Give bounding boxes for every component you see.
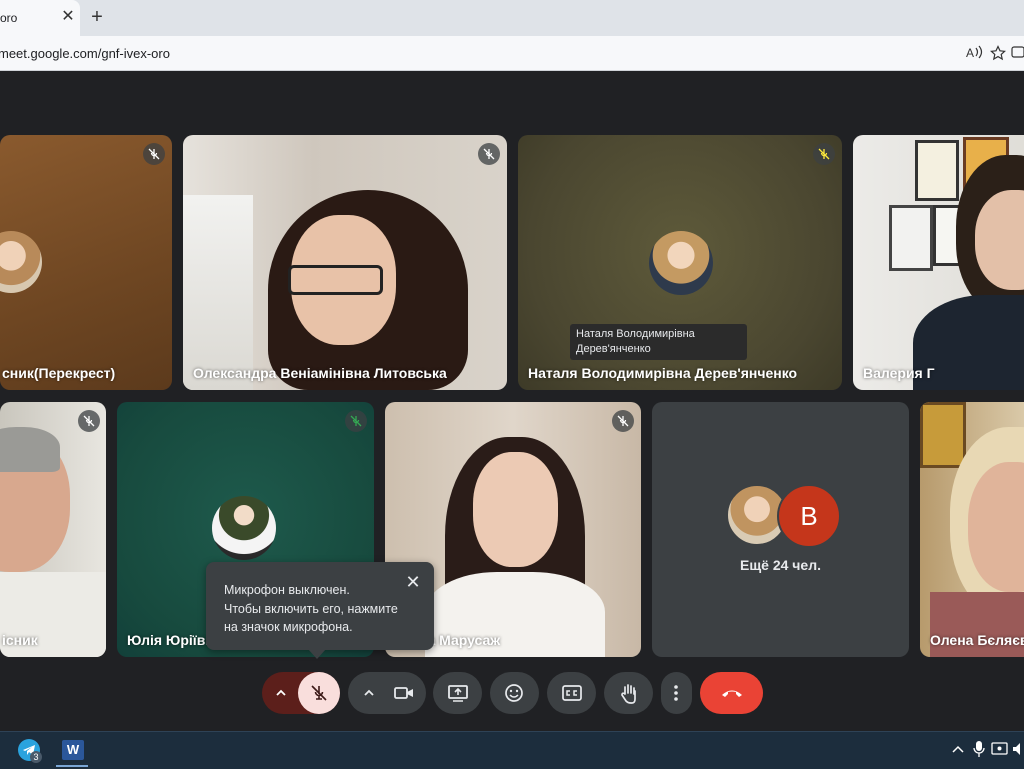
avatar (649, 231, 713, 295)
mic-off-icon (143, 143, 165, 165)
leave-call-button[interactable] (700, 672, 763, 714)
present-screen-icon (448, 685, 468, 702)
avatar-initial: B (777, 484, 841, 548)
taskbar (0, 731, 1024, 769)
mic-off-icon (813, 143, 835, 165)
mic-off-icon (345, 410, 367, 432)
camera-icon[interactable] (393, 683, 415, 703)
close-icon[interactable]: ✕ (402, 571, 424, 593)
telegram-badge: 3 (30, 751, 42, 763)
notice-line: Чтобы включить его, нажмите (224, 601, 398, 616)
participant-hair (0, 427, 60, 472)
emoji-icon (505, 684, 523, 702)
browser-tab-bar (0, 0, 1024, 36)
collections-icon[interactable] (1011, 45, 1024, 61)
more-vert-icon (674, 685, 678, 701)
notice-line: Микрофон выключен. (224, 583, 350, 597)
tooltip-line: Дерев'янченко (576, 343, 651, 355)
name-tooltip: Наталя Володимирівна Дерев'янченко (570, 324, 747, 360)
tab-title: oro (0, 11, 18, 25)
participant-tile[interactable]: сник(Перекрест) (0, 135, 172, 390)
favorite-star-icon[interactable] (989, 45, 1007, 61)
avatar (0, 231, 42, 293)
mic-off-icon (612, 410, 634, 432)
more-options-button[interactable] (661, 672, 692, 714)
captions-button[interactable] (547, 672, 596, 714)
mic-off-notice: Микрофон выключен. Чтобы включить его, н… (206, 562, 434, 650)
mic-off-icon (478, 143, 500, 165)
participant-name: Валерия Г (863, 365, 935, 381)
notice-text: Микрофон выключен. Чтобы включить его, н… (224, 581, 414, 637)
notice-line: на значок микрофона. (224, 620, 353, 634)
url-input[interactable] (0, 42, 948, 64)
framed-picture (920, 402, 966, 468)
plus-icon[interactable]: + (87, 7, 107, 27)
glasses (288, 265, 383, 295)
participant-name: існик (2, 632, 38, 648)
participant-face (473, 452, 558, 567)
mic-off-icon (311, 685, 327, 701)
avatar (212, 496, 276, 560)
mic-off-icon (78, 410, 100, 432)
framed-picture (889, 205, 933, 271)
close-icon[interactable]: ✕ (58, 7, 78, 27)
participant-tile[interactable]: Олександра Веніамінівна Литовська (183, 135, 507, 390)
mic-icon[interactable] (973, 740, 985, 758)
participant-name: Наталя Володимирівна Дерев'янченко (528, 365, 798, 381)
tooltip-line: Наталя Володимирівна (576, 328, 695, 340)
participant-name: сник(Перекрест) (2, 365, 116, 381)
notice-pointer (308, 649, 326, 659)
raise-hand-icon (621, 684, 636, 704)
others-tile[interactable]: B Ещё 24 чел. (652, 402, 909, 657)
present-button[interactable] (433, 672, 482, 714)
read-aloud-icon[interactable]: A (964, 45, 984, 61)
chevron-up-icon[interactable] (274, 686, 288, 700)
participant-tile[interactable]: Олена Бєляєва (920, 402, 1024, 657)
active-app-indicator (56, 765, 88, 767)
framed-picture (915, 140, 959, 201)
raise-hand-button[interactable] (604, 672, 653, 714)
svg-text:A: A (966, 46, 974, 59)
participant-name: Олександра Веніамінівна Литовська (193, 365, 447, 381)
mic-toggle-button[interactable] (298, 672, 340, 714)
reactions-button[interactable] (490, 672, 539, 714)
word-icon[interactable]: W (62, 740, 84, 760)
participant-name: Олена Бєляєва (930, 632, 1024, 648)
participant-tile[interactable]: Валерия Г (853, 135, 1024, 390)
captions-icon (562, 685, 582, 701)
participant-tile[interactable]: існик (0, 402, 106, 657)
chevron-up-icon[interactable] (951, 742, 965, 756)
display-icon[interactable] (991, 740, 1009, 758)
end-call-icon (722, 690, 742, 697)
window-background (183, 195, 253, 390)
volume-icon[interactable] (1012, 740, 1024, 758)
camera-control-group (348, 672, 426, 714)
others-count: Ещё 24 чел. (740, 557, 821, 573)
chevron-up-icon[interactable] (362, 686, 376, 700)
